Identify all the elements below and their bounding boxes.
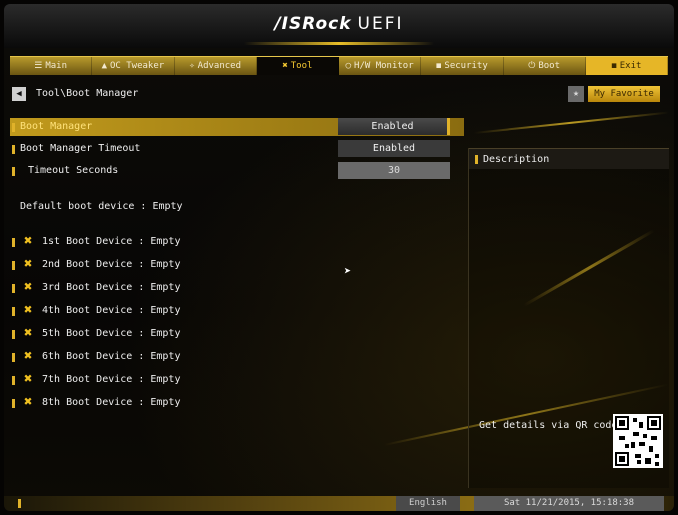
brand-logo: /ISRock UEFI bbox=[4, 14, 674, 34]
boot-device-label: 7th Boot Device : Empty bbox=[42, 374, 181, 385]
tool-icon: ✖ bbox=[24, 233, 33, 249]
boot-device-label: 4th Boot Device : Empty bbox=[42, 305, 181, 316]
row-marker bbox=[475, 155, 478, 164]
boot-manager-value[interactable]: Enabled bbox=[338, 118, 450, 135]
row-marker bbox=[12, 123, 15, 132]
timeout-seconds-input[interactable]: 30 bbox=[338, 162, 450, 179]
bios-window: /ISRock UEFI ☰ Main ▲ OC Tweaker ✧ Advanced … bbox=[4, 4, 674, 511]
setting-boot-manager[interactable]: Boot Manager Enabled bbox=[10, 118, 464, 136]
row-marker bbox=[12, 376, 15, 385]
boot-device-8[interactable]: ✖ 8th Boot Device : Empty bbox=[10, 394, 310, 412]
qr-caption: Get details via QR code bbox=[479, 420, 618, 431]
setting-label: Boot Manager Timeout bbox=[20, 143, 141, 154]
row-marker bbox=[12, 238, 15, 247]
tab-hw-monitor-label: H/W Monitor bbox=[354, 61, 414, 71]
default-boot-device: Default boot device : Empty bbox=[20, 201, 183, 212]
tool-icon: ✖ bbox=[24, 394, 33, 410]
tab-main[interactable]: ☰ Main bbox=[10, 57, 93, 75]
boot-device-label: 5th Boot Device : Empty bbox=[42, 328, 181, 339]
tab-security[interactable]: ◼ Security bbox=[421, 57, 504, 75]
list-icon: ☰ bbox=[34, 61, 43, 71]
description-header: Description bbox=[469, 148, 669, 169]
decor-streak bbox=[473, 111, 670, 134]
setting-label: Boot Manager bbox=[20, 121, 93, 132]
row-marker bbox=[18, 499, 21, 508]
star-icon: ★ bbox=[572, 88, 580, 99]
exit-icon: ◼ bbox=[611, 61, 617, 71]
tool-icon: ✖ bbox=[24, 348, 33, 364]
tool-icon: ✖ bbox=[24, 371, 33, 387]
qr-code bbox=[613, 414, 663, 468]
boot-device-label: 3rd Boot Device : Empty bbox=[42, 282, 181, 293]
boot-device-4[interactable]: ✖ 4th Boot Device : Empty bbox=[10, 302, 310, 320]
row-marker bbox=[12, 261, 15, 270]
setting-boot-manager-timeout[interactable]: Boot Manager Timeout Enabled bbox=[10, 140, 464, 158]
advanced-icon: ✧ bbox=[189, 61, 195, 71]
tab-exit[interactable]: ◼ Exit bbox=[585, 57, 668, 75]
boot-device-2[interactable]: ✖ 2nd Boot Device : Empty bbox=[10, 256, 310, 274]
datetime-display: Sat 11/21/2015, 15:18:38 bbox=[474, 496, 664, 511]
boot-manager-timeout-value[interactable]: Enabled bbox=[338, 140, 450, 157]
tab-boot-label: Boot bbox=[538, 61, 561, 71]
boot-device-label: 1st Boot Device : Empty bbox=[42, 236, 181, 247]
power-icon: ⏻ bbox=[528, 61, 536, 71]
tool-icon: ✖ bbox=[282, 61, 288, 71]
tab-main-label: Main bbox=[45, 61, 67, 71]
breadcrumb-row: ◀ Tool\Boot Manager ★ My Favorite bbox=[10, 86, 660, 104]
tab-bar: ☰ Main ▲ OC Tweaker ✧ Advanced ✖ Tool ◯ H/W M… bbox=[10, 56, 668, 75]
description-title: Description bbox=[483, 154, 550, 165]
tab-advanced[interactable]: ✧ Advanced bbox=[175, 57, 257, 75]
row-marker bbox=[12, 167, 15, 176]
tab-tool-label: Tool bbox=[290, 61, 313, 71]
tab-boot[interactable]: ⏻ Boot bbox=[504, 57, 586, 75]
tab-tool[interactable]: ✖ Tool bbox=[256, 57, 339, 75]
monitor-icon: ◯ bbox=[345, 61, 352, 71]
boot-device-6[interactable]: ✖ 6th Boot Device : Empty bbox=[10, 348, 310, 366]
row-marker bbox=[12, 145, 15, 154]
description-panel: Description Get details via QR code bbox=[468, 148, 669, 488]
breadcrumb: Tool\Boot Manager bbox=[36, 88, 139, 99]
tab-security-label: Security bbox=[444, 61, 488, 71]
brand-name: /ISRock bbox=[274, 14, 352, 34]
boot-device-1[interactable]: ✖ 1st Boot Device : Empty bbox=[10, 233, 310, 251]
boot-device-label: 6th Boot Device : Empty bbox=[42, 351, 181, 362]
header: /ISRock UEFI bbox=[4, 4, 674, 48]
status-bar: English Sat 11/21/2015, 15:18:38 bbox=[4, 496, 674, 511]
boot-device-label: 8th Boot Device : Empty bbox=[42, 397, 181, 408]
tool-icon: ✖ bbox=[24, 302, 33, 318]
boot-device-3[interactable]: ✖ 3rd Boot Device : Empty bbox=[10, 279, 310, 297]
tweaker-icon: ▲ bbox=[101, 61, 107, 71]
tool-icon: ✖ bbox=[24, 325, 33, 341]
tab-hw-monitor[interactable]: ◯ H/W Monitor bbox=[339, 57, 422, 75]
tab-advanced-label: Advanced bbox=[197, 61, 242, 71]
language-button[interactable]: English bbox=[396, 496, 460, 511]
setting-label: Timeout Seconds bbox=[28, 165, 119, 176]
row-marker bbox=[12, 307, 15, 316]
row-marker bbox=[12, 284, 15, 293]
back-arrow-icon: ◀ bbox=[16, 89, 22, 99]
tab-exit-label: Exit bbox=[619, 61, 642, 71]
mouse-cursor-icon: ➤ bbox=[344, 264, 352, 278]
boot-device-5[interactable]: ✖ 5th Boot Device : Empty bbox=[10, 325, 310, 343]
shield-icon: ◼ bbox=[435, 61, 442, 71]
back-button[interactable]: ◀ bbox=[12, 87, 26, 101]
row-marker bbox=[12, 353, 15, 362]
my-favorite-button[interactable]: My Favorite bbox=[588, 86, 660, 102]
tool-icon: ✖ bbox=[24, 279, 33, 295]
qr-code-graphic bbox=[615, 416, 661, 466]
header-accent-line bbox=[244, 42, 434, 45]
boot-device-7[interactable]: ✖ 7th Boot Device : Empty bbox=[10, 371, 310, 389]
add-favorite-button[interactable]: ★ bbox=[568, 86, 584, 102]
boot-device-label: 2nd Boot Device : Empty bbox=[42, 259, 181, 270]
row-marker bbox=[12, 330, 15, 339]
tool-icon: ✖ bbox=[24, 256, 33, 272]
tab-oc-tweaker-label: OC Tweaker bbox=[109, 61, 165, 71]
setting-timeout-seconds[interactable]: Timeout Seconds 30 bbox=[10, 162, 464, 180]
tab-oc-tweaker[interactable]: ▲ OC Tweaker bbox=[92, 57, 175, 75]
product-name: UEFI bbox=[357, 14, 404, 34]
row-marker bbox=[12, 399, 15, 408]
